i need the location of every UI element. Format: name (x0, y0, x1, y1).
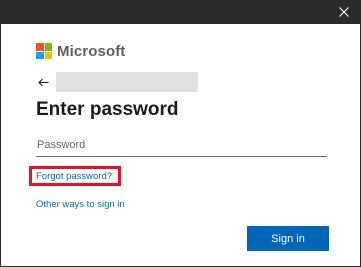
microsoft-logo: Microsoft (36, 42, 126, 60)
other-ways-to-sign-in-link[interactable]: Other ways to sign in (36, 199, 125, 210)
account-identity (36, 72, 198, 92)
microsoft-logo-icon (36, 43, 52, 59)
sign-in-dialog: Microsoft Enter password Forgot password… (0, 0, 361, 267)
close-icon[interactable] (339, 7, 349, 17)
back-button[interactable] (36, 75, 50, 89)
page-title: Enter password (36, 99, 179, 120)
sign-in-button[interactable]: Sign in (247, 226, 329, 251)
back-arrow-icon[interactable] (37, 78, 49, 87)
brand-name: Microsoft (57, 42, 126, 60)
password-input[interactable] (36, 133, 327, 157)
redacted-email (56, 72, 198, 92)
title-bar (1, 0, 361, 24)
forgot-password-link[interactable]: Forgot password? (36, 171, 112, 182)
close-button[interactable] (326, 0, 361, 24)
